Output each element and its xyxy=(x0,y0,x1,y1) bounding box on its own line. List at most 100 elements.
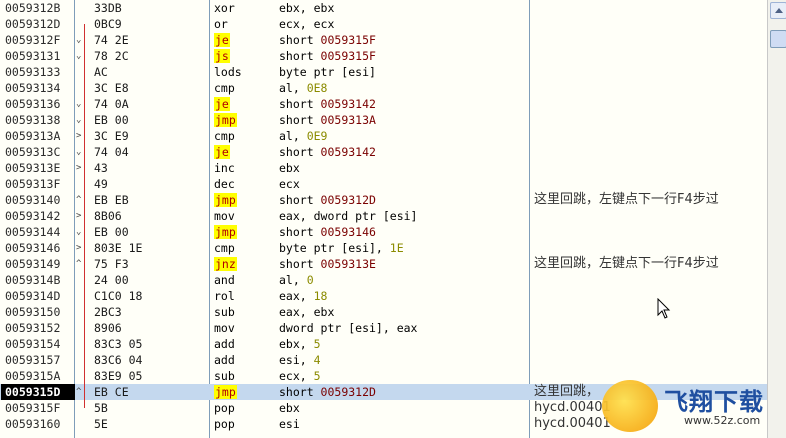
operand-text: short xyxy=(279,225,321,239)
instruction-row[interactable]: 0059313A >3C E9 cmp al, 0E9 xyxy=(0,128,767,144)
mnemonic-cell: jmp xyxy=(214,112,274,128)
instruction-row[interactable]: 0059312B 33DB xor ebx, ebx xyxy=(0,0,767,16)
operand-cell: short 00593142 xyxy=(279,144,529,160)
instruction-row[interactable]: 00593146 >803E 1E cmp byte ptr [esi], 1E xyxy=(0,240,767,256)
instruction-row[interactable]: 00593157 83C6 04 add esi, 4 xyxy=(0,352,767,368)
instruction-row[interactable]: 0059314D C1C0 18 rol eax, 18 xyxy=(0,288,767,304)
hex-dump-cell: 5E xyxy=(94,417,108,431)
address-cell: 00593138 xyxy=(5,113,61,127)
instruction-row[interactable]: 00593150 2BC3 sub eax, ebx xyxy=(0,304,767,320)
operand-text: short xyxy=(279,257,321,271)
comment-cell xyxy=(534,16,764,32)
hex-dump-cell: 0BC9 xyxy=(94,17,122,31)
address-cell: 0059314B xyxy=(5,273,61,287)
comment-cell xyxy=(534,160,764,176)
address-cell: 0059314D xyxy=(5,289,61,303)
mnemonic-text: inc xyxy=(214,161,235,175)
instruction-row[interactable]: 00593149 ^ 75 F3 jnz short 0059313E 这里回跳，左键点下… xyxy=(0,256,767,272)
watermark-logo: 飞翔下载 www.52z.com xyxy=(600,370,780,434)
mnemonic-cell: sub xyxy=(214,368,274,384)
hex-dump-cell: 5B xyxy=(94,401,108,415)
instruction-row[interactable]: 0059314B 24 00 and al, 0 xyxy=(0,272,767,288)
instruction-row[interactable]: 00593136 ⌄ 74 0A je short 00593142 xyxy=(0,96,767,112)
instruction-row[interactable]: 00593154 83C3 05 add ebx, 5 xyxy=(0,336,767,352)
comment-cell xyxy=(534,288,764,304)
instruction-row[interactable]: 0059313E >43 inc ebx xyxy=(0,160,767,176)
mnemonic-text: jnz xyxy=(214,257,237,271)
mnemonic-text: rol xyxy=(214,289,235,303)
scroll-thumb[interactable] xyxy=(770,30,786,48)
mnemonic-cell: and xyxy=(214,272,274,288)
instruction-row[interactable]: 00593134 3C E8 cmp al, 0E8 xyxy=(0,80,767,96)
immediate-value: 0E8 xyxy=(306,81,328,95)
jump-target: 00593142 xyxy=(320,97,376,111)
instruction-row[interactable]: 0059313F 49 dec ecx xyxy=(0,176,767,192)
scroll-up-button[interactable] xyxy=(770,2,786,19)
jump-target: 0059313E xyxy=(320,257,376,271)
hex-dump-cell: 83E9 05 xyxy=(94,369,143,383)
address-cell: 0059313C xyxy=(5,145,61,159)
mnemonic-text: sub xyxy=(214,305,235,319)
comment-cell xyxy=(534,128,764,144)
instruction-row[interactable]: 0059313C ⌄ 74 04 je short 00593142 xyxy=(0,144,767,160)
comment-cell: 这里回跳，左键点下一行F4步过 xyxy=(534,192,719,207)
operand-cell: al, 0E8 xyxy=(279,80,529,96)
mnemonic-text: add xyxy=(214,353,235,367)
mnemonic-text: cmp xyxy=(214,129,235,143)
operand-cell: eax, 18 xyxy=(279,288,529,304)
instruction-row[interactable]: 00593131 ⌄ 78 2C js short 0059315F xyxy=(0,48,767,64)
instruction-row[interactable]: 00593144 ⌄ EB 00 jmp short 00593146 xyxy=(0,224,767,240)
hex-dump-cell: EB 00 xyxy=(94,113,129,127)
operand-cell: byte ptr [esi] xyxy=(279,64,529,80)
hex-dump-cell: 43 xyxy=(94,161,108,175)
comment-cell xyxy=(534,208,764,224)
mnemonic-text: mov xyxy=(214,209,235,223)
address-cell: 00593134 xyxy=(5,81,61,95)
immediate-value: 5 xyxy=(313,337,321,351)
instruction-row[interactable]: 00593138 ⌄ EB 00 jmp short 0059313A xyxy=(0,112,767,128)
operand-cell: short 0059313E xyxy=(279,256,529,272)
hex-dump-cell: EB EB xyxy=(94,193,129,207)
comment-cell xyxy=(534,176,764,192)
instruction-row[interactable]: 00593133 AC lods byte ptr [esi] xyxy=(0,64,767,80)
instruction-row[interactable]: 0059312D 0BC9 or ecx, ecx xyxy=(0,16,767,32)
operand-cell: ebx, ebx xyxy=(279,0,529,16)
operand-cell: byte ptr [esi], 1E xyxy=(279,240,529,256)
instruction-row[interactable]: 00593152 8906 mov dword ptr [esi], eax xyxy=(0,320,767,336)
operand-cell: eax, ebx xyxy=(279,304,529,320)
instruction-row[interactable]: 0059312F ⌄ 74 2E je short 0059315F xyxy=(0,32,767,48)
operand-text: byte ptr [esi] xyxy=(279,65,376,79)
operand-text: al, xyxy=(279,81,307,95)
comment-cell xyxy=(534,352,764,368)
address-cell: 00593157 xyxy=(5,353,61,367)
jump-target: 0059313A xyxy=(320,113,376,127)
mnemonic-cell: sub xyxy=(214,304,274,320)
mnemonic-cell: dec xyxy=(214,176,274,192)
comment-cell xyxy=(534,64,764,80)
mnemonic-text: pop xyxy=(214,401,235,415)
jump-arrow-line xyxy=(84,24,91,392)
watermark-url: www.52z.com xyxy=(684,414,761,427)
comment-cell xyxy=(534,144,764,160)
operand-cell: short 0059312D xyxy=(279,384,529,400)
mnemonic-text: je xyxy=(214,33,230,47)
mnemonic-text: je xyxy=(214,97,230,111)
mnemonic-cell: je xyxy=(214,32,274,48)
address-cell: 00593136 xyxy=(5,97,61,111)
operand-cell: ebx xyxy=(279,400,529,416)
operand-text: ecx xyxy=(279,177,300,191)
address-cell: 00593150 xyxy=(5,305,61,319)
mnemonic-cell: cmp xyxy=(214,240,274,256)
hex-dump-cell: 83C6 04 xyxy=(94,353,143,367)
address-cell: 00593146 xyxy=(5,241,61,255)
operand-cell: esi xyxy=(279,416,529,432)
operand-cell: ecx, ecx xyxy=(279,16,529,32)
mnemonic-text: jmp xyxy=(214,225,237,239)
mnemonic-cell: or xyxy=(214,16,274,32)
instruction-row[interactable]: 00593142 >8B06 mov eax, dword ptr [esi] xyxy=(0,208,767,224)
hex-dump-cell: 2BC3 xyxy=(94,305,122,319)
instruction-row[interactable]: 00593140 ^ EB EB jmp short 0059312D 这里回跳，左键点下… xyxy=(0,192,767,208)
jump-target: 0059312D xyxy=(320,193,376,207)
hex-dump-cell: 3C E9 xyxy=(94,129,129,143)
mnemonic-cell: xor xyxy=(214,0,274,16)
